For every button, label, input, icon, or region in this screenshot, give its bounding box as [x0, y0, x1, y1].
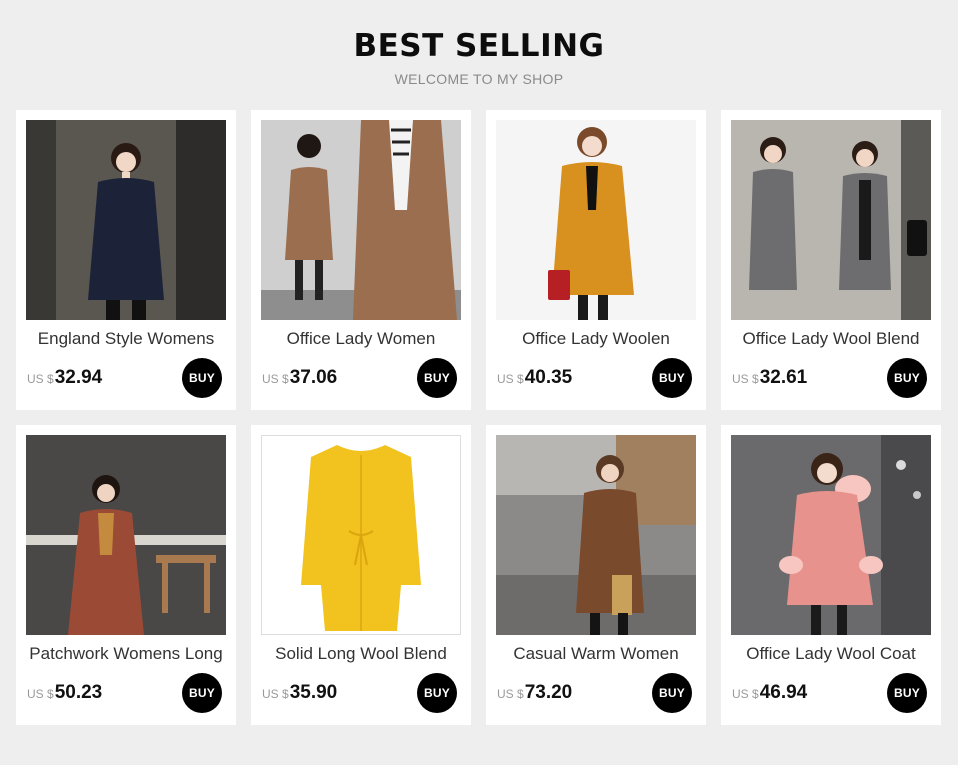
product-price: US $40.35 [497, 367, 572, 389]
product-price: US $46.94 [732, 682, 807, 704]
product-name[interactable]: Office Lady Wool Blend [721, 328, 941, 350]
product-image[interactable] [261, 435, 461, 635]
price-amount: 37.06 [289, 367, 338, 388]
product-name[interactable]: Office Lady Women [251, 328, 471, 350]
price-currency: US $ [27, 372, 54, 386]
price-currency: US $ [732, 687, 759, 701]
buy-button[interactable]: BUY [887, 358, 927, 398]
product-price: US $50.23 [27, 682, 102, 704]
product-name[interactable]: England Style Womens [16, 328, 236, 350]
product-price: US $35.90 [262, 682, 337, 704]
product-image[interactable] [26, 435, 226, 635]
product-image[interactable] [496, 435, 696, 635]
buy-button[interactable]: BUY [182, 358, 222, 398]
buy-button[interactable]: BUY [417, 673, 457, 713]
product-name[interactable]: Patchwork Womens Long [16, 643, 236, 665]
page-subtitle: WELCOME TO MY SHOP [394, 71, 564, 87]
buy-button[interactable]: BUY [182, 673, 222, 713]
price-amount: 40.35 [524, 367, 573, 388]
price-currency: US $ [732, 372, 759, 386]
page-title: BEST SELLING [353, 28, 605, 64]
price-amount: 32.61 [759, 367, 808, 388]
product-card[interactable]: Office Lady Wool Coat US $46.94 BUY [721, 425, 941, 725]
price-amount: 73.20 [524, 682, 573, 703]
product-price: US $32.94 [27, 367, 102, 389]
price-currency: US $ [497, 687, 524, 701]
buy-button[interactable]: BUY [417, 358, 457, 398]
price-amount: 35.90 [289, 682, 338, 703]
product-card[interactable]: Office Lady Women US $37.06 BUY [251, 110, 471, 410]
price-amount: 50.23 [54, 682, 103, 703]
price-amount: 46.94 [759, 682, 808, 703]
product-image[interactable] [731, 120, 931, 320]
product-image[interactable] [496, 120, 696, 320]
product-price: US $73.20 [497, 682, 572, 704]
product-card[interactable]: Patchwork Womens Long US $50.23 BUY [16, 425, 236, 725]
price-currency: US $ [497, 372, 524, 386]
product-card[interactable]: Casual Warm Women US $73.20 BUY [486, 425, 706, 725]
product-card[interactable]: Office Lady Wool Blend US $32.61 BUY [721, 110, 941, 410]
buy-button[interactable]: BUY [652, 358, 692, 398]
buy-button[interactable]: BUY [887, 673, 927, 713]
product-name[interactable]: Office Lady Wool Coat [721, 643, 941, 665]
product-card[interactable]: Office Lady Woolen US $40.35 BUY [486, 110, 706, 410]
product-name[interactable]: Solid Long Wool Blend [251, 643, 471, 665]
product-image[interactable] [261, 120, 461, 320]
product-image[interactable] [26, 120, 226, 320]
product-card[interactable]: England Style Womens US $32.94 BUY [16, 110, 236, 410]
buy-button[interactable]: BUY [652, 673, 692, 713]
price-currency: US $ [262, 687, 289, 701]
product-price: US $37.06 [262, 367, 337, 389]
price-currency: US $ [27, 687, 54, 701]
product-price: US $32.61 [732, 367, 807, 389]
product-name[interactable]: Office Lady Woolen [486, 328, 706, 350]
product-card[interactable]: Solid Long Wool Blend US $35.90 BUY [251, 425, 471, 725]
price-amount: 32.94 [54, 367, 103, 388]
product-image[interactable] [731, 435, 931, 635]
product-name[interactable]: Casual Warm Women [486, 643, 706, 665]
price-currency: US $ [262, 372, 289, 386]
